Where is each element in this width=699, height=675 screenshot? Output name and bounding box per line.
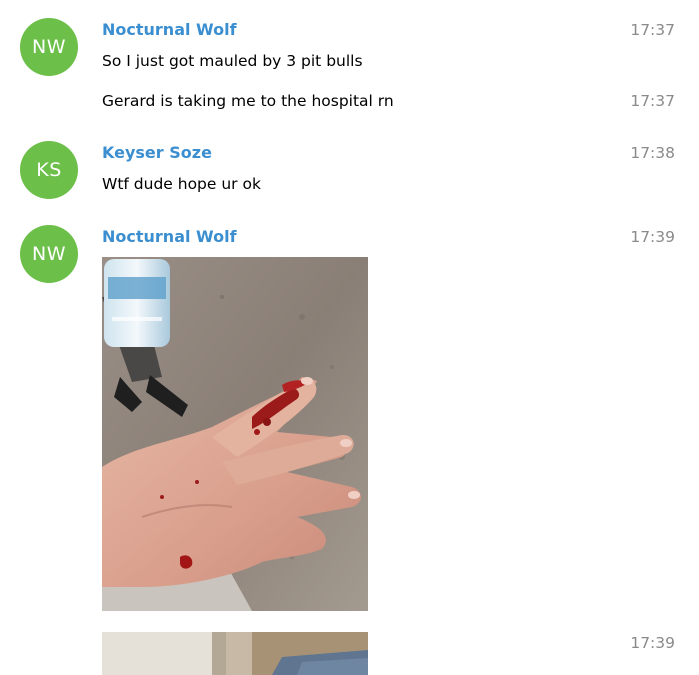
message-timestamp: 17:37	[630, 21, 675, 39]
avatar[interactable]: KS	[20, 141, 78, 199]
chat-history: NW Nocturnal Wolf 17:37 So I just got ma…	[0, 0, 699, 675]
message-timestamp: 17:37	[630, 92, 675, 110]
sender-name[interactable]: Keyser Soze	[102, 143, 212, 163]
photo-attachment[interactable]	[102, 257, 368, 611]
message-text: Wtf dude hope ur ok	[102, 175, 261, 193]
message-timestamp: 17:39	[630, 228, 675, 246]
avatar-initials: NW	[32, 36, 66, 58]
message-text: So I just got mauled by 3 pit bulls	[102, 52, 363, 70]
message-timestamp: 17:39	[630, 634, 675, 652]
sender-name[interactable]: Nocturnal Wolf	[102, 20, 237, 40]
avatar[interactable]: NW	[20, 18, 78, 76]
message-timestamp: 17:38	[630, 144, 675, 162]
avatar[interactable]: NW	[20, 225, 78, 283]
photo-attachment[interactable]	[102, 632, 368, 675]
photo-image	[102, 257, 368, 611]
avatar-initials: NW	[32, 243, 66, 265]
message-text: Gerard is taking me to the hospital rn	[102, 92, 394, 110]
sender-name[interactable]: Nocturnal Wolf	[102, 227, 237, 247]
avatar-initials: KS	[36, 159, 62, 181]
photo-image	[102, 632, 368, 675]
